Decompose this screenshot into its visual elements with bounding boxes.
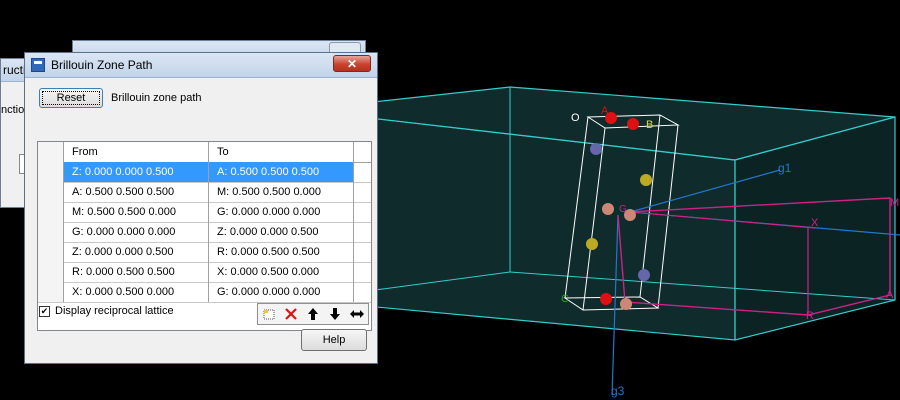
label-x: X [811,217,819,229]
label-b: B [646,119,653,131]
help-button[interactable]: Help [301,329,367,351]
atom-pink [602,203,614,215]
table-row[interactable]: R: 0.000 0.500 0.500 X: 0.000 0.500 0.000 [38,262,371,283]
atom-red [600,293,612,305]
cell-to[interactable]: M: 0.500 0.500 0.000 [209,182,354,202]
arrow-down-icon[interactable] [324,304,346,324]
app-icon [31,58,45,72]
cell-to[interactable]: A: 0.500 0.500 0.500 [209,162,354,182]
cell-from[interactable]: Z: 0.000 0.000 0.500 [64,162,209,182]
cell-from[interactable]: X: 0.000 0.500 0.000 [64,282,209,302]
label-a-top: A [601,105,609,117]
atom-pink [620,298,632,310]
table-row[interactable]: M: 0.500 0.500 0.000 G: 0.000 0.000 0.000 [38,202,371,223]
cell-from[interactable]: Z: 0.000 0.000 0.500 [64,242,209,262]
table-row[interactable]: G: 0.000 0.000 0.000 Z: 0.000 0.000 0.500 [38,222,371,243]
table-row[interactable]: Z: 0.000 0.000 0.500 R: 0.000 0.500 0.500 [38,242,371,263]
new-row-icon[interactable] [258,304,280,324]
label-g1: g1 [778,161,792,175]
cell-to[interactable]: R: 0.000 0.500 0.500 [209,242,354,262]
row-selector[interactable] [38,202,64,222]
close-button[interactable]: ✕ [333,55,371,72]
cell-to[interactable]: G: 0.000 0.000 0.000 [209,202,354,222]
label-c: C [561,293,569,305]
label-o: O [571,112,580,124]
atom-yellow [586,238,598,250]
row-selector[interactable] [38,182,64,202]
row-selector[interactable] [38,222,64,242]
reset-button[interactable]: Reset [39,88,103,108]
label-r: R [806,310,814,322]
row-header-corner [38,142,64,162]
row-toolbar [257,303,369,325]
cell-to[interactable]: G: 0.000 0.000 0.000 [209,282,354,302]
label-m: M [890,197,899,209]
column-header-to[interactable]: To [209,142,354,162]
cell-to[interactable]: Z: 0.000 0.000 0.500 [209,222,354,242]
atom-blue [590,143,602,155]
cell-from[interactable]: M: 0.500 0.500 0.000 [64,202,209,222]
delete-icon[interactable] [280,304,302,324]
atom-red [627,118,639,130]
label-a-path: A [886,289,894,301]
brillouin-zone-path-dialog: Brillouin Zone Path ✕ Reset Brillouin zo… [24,52,378,364]
brillouin-zone-path-label: Brillouin zone path [111,92,202,104]
display-reciprocal-lattice-checkbox[interactable]: ✔ [39,306,50,317]
swap-icon[interactable] [346,304,368,324]
table-row[interactable]: X: 0.000 0.500 0.000 G: 0.000 0.000 0.000 [38,282,371,303]
label-g3: g3 [611,384,625,398]
row-selector[interactable] [38,282,64,302]
atom-blue [638,269,650,281]
column-header-from[interactable]: From [64,142,209,162]
cell-from[interactable]: A: 0.500 0.500 0.500 [64,182,209,202]
atom-yellow [640,174,652,186]
cell-from[interactable]: R: 0.000 0.500 0.500 [64,262,209,282]
arrow-up-icon[interactable] [302,304,324,324]
cell-to[interactable]: X: 0.000 0.500 0.000 [209,262,354,282]
table-row[interactable]: A: 0.500 0.500 0.500 M: 0.500 0.500 0.000 [38,182,371,203]
check-mark-icon: ✔ [40,306,49,316]
dialog-title: Brillouin Zone Path [51,58,153,72]
label-g: G [619,204,627,215]
table-row[interactable]: Z: 0.000 0.000 0.500 A: 0.500 0.500 0.500 [38,162,371,183]
cell-from[interactable]: G: 0.000 0.000 0.000 [64,222,209,242]
row-selector[interactable] [38,262,64,282]
row-selector[interactable] [38,242,64,262]
row-selector[interactable] [38,162,64,182]
background-window-title: ructi [3,63,26,77]
display-reciprocal-lattice-label[interactable]: Display reciprocal lattice [55,305,174,317]
dialog-titlebar[interactable]: Brillouin Zone Path ✕ [25,53,377,78]
table-header: From To [38,142,371,163]
